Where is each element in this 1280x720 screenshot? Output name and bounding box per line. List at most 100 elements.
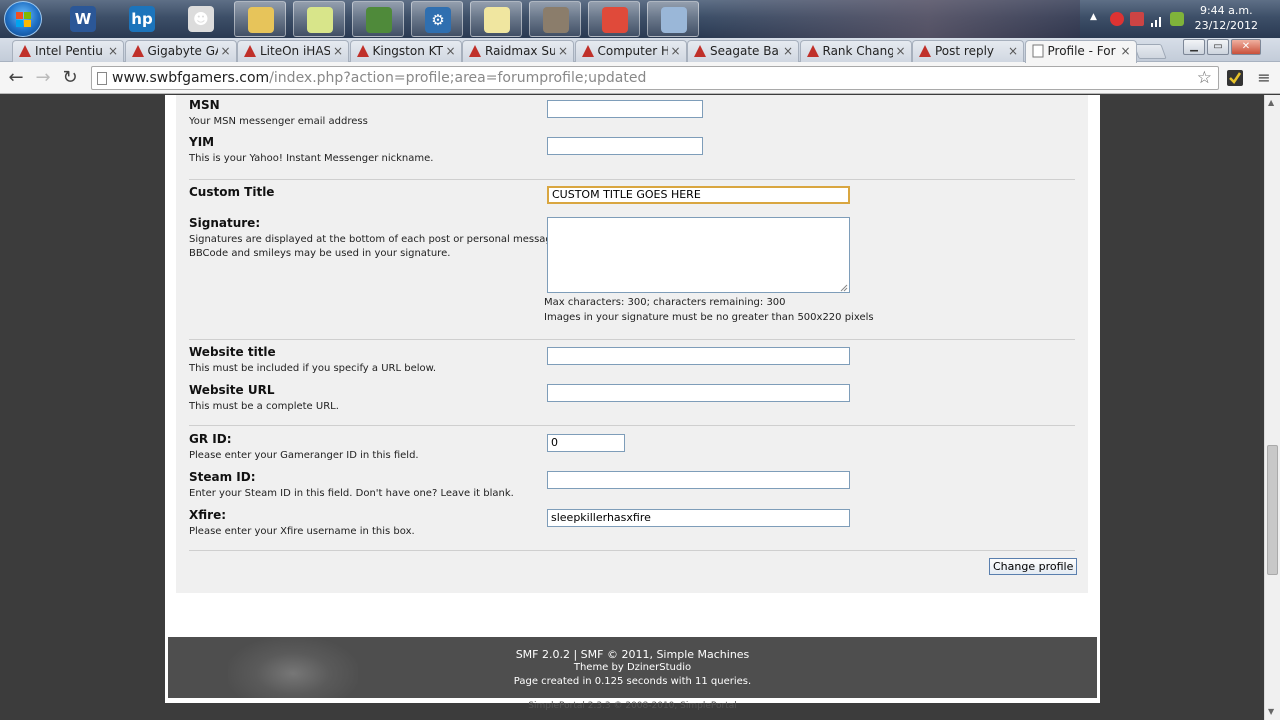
site-favicon-icon [693,44,707,58]
taskbar-wallpaper-strip [700,0,1080,38]
portal-credit[interactable]: SimplePortal 2.3.3 © 2008-2010, SimplePo… [165,701,1100,711]
resize-grip-icon[interactable] [840,284,848,292]
browser-tab[interactable]: Rank Chang × [799,40,912,62]
footer-page-stats: Page created in 0.125 seconds with 11 qu… [513,676,752,687]
address-bar[interactable]: www.swbfgamers.com/index.php?action=prof… [91,66,1219,90]
tray-app-icon[interactable] [1170,12,1184,26]
new-tab-button[interactable] [1133,44,1167,59]
website-title-input[interactable] [547,347,850,365]
scrollbar-thumb[interactable] [1267,445,1278,575]
stormtrooper-icon: ☻ [188,6,214,32]
browser-tab[interactable]: Profile - For × [1024,40,1137,63]
maximize-button[interactable]: ▭ [1207,39,1229,55]
vertical-scrollbar[interactable]: ▲ ▼ [1264,95,1280,720]
change-profile-button[interactable]: Change profile [989,558,1078,575]
signature-row: Signature: Signatures are displayed at t… [189,216,561,261]
clock[interactable]: 9:44 a.m. 23/12/2012 [1195,3,1258,33]
signature-textarea[interactable] [547,217,850,293]
taskbar-app-button[interactable] [647,1,699,37]
gimp-icon [543,7,569,33]
xfire-row: Xfire: Please enter your Xfire username … [189,508,415,539]
scroll-up-arrow-icon[interactable]: ▲ [1268,98,1274,107]
site-favicon-icon [131,44,145,58]
monitor-icon [366,7,392,33]
browser-tab-label: Kingston KT [372,44,443,58]
calculator-icon [661,7,687,33]
close-tab-icon[interactable]: × [558,41,568,61]
site-favicon-icon [581,44,595,58]
close-tab-icon[interactable]: × [670,41,680,61]
taskbar-app-button[interactable] [470,1,522,37]
website-url-input[interactable] [547,384,850,402]
footer-theme-credit[interactable]: Theme by DzinerStudio [168,662,1097,673]
website-title-label: Website title [189,345,276,359]
yim-row: YIM This is your Yahoo! Instant Messenge… [189,135,433,166]
steam-id-input[interactable] [547,471,850,489]
footer-copyright[interactable]: SMF 2.0.2 | SMF © 2011, Simple Machines [168,648,1097,661]
close-tab-icon[interactable]: × [895,41,905,61]
gr-id-input[interactable]: 0 [547,434,625,452]
close-tab-icon[interactable]: × [220,41,230,61]
taskbar-app-button[interactable] [352,1,404,37]
browser-tab-label: Seagate Bar [710,44,780,58]
start-button[interactable] [4,1,42,37]
close-tab-icon[interactable]: × [1008,41,1018,61]
custom-title-input[interactable]: CUSTOM TITLE GOES HERE [547,186,850,204]
signal-strength-icon[interactable] [1150,12,1164,27]
chrome-menu-icon[interactable]: ≡ [1254,68,1274,88]
browser-tab[interactable]: Computer H × [574,40,687,62]
browser-tab[interactable]: Gigabyte GA × [124,40,237,62]
custom-title-row: Custom Title [189,185,274,199]
volume-muted-icon[interactable] [1110,12,1124,26]
back-button[interactable]: ← [6,68,26,88]
taskbar-app-button[interactable] [529,1,581,37]
network-alert-icon[interactable] [1130,12,1144,26]
browser-tab-label: LiteOn iHAS [260,44,330,58]
show-hidden-icons-icon[interactable]: ▲ [1090,12,1104,26]
browser-tab[interactable]: Post reply × [912,40,1024,62]
steam-id-desc: Enter your Steam ID in this field. Don't… [189,488,514,499]
close-tab-icon[interactable]: × [445,41,455,61]
close-window-button[interactable]: ✕ [1231,39,1261,55]
browser-toolbar: ← → ↻ www.swbfgamers.com/index.php?actio… [0,62,1280,94]
xfire-desc: Please enter your Xfire username in this… [189,526,415,537]
taskbar-app-button[interactable]: ⚙ [411,1,463,37]
taskbar-app-button[interactable] [293,1,345,37]
close-tab-icon[interactable]: × [333,41,343,61]
extension-icon[interactable] [1227,70,1243,86]
divider [189,339,1075,340]
taskbar-app-button[interactable]: ☻ [175,1,227,37]
scroll-down-arrow-icon[interactable]: ▼ [1268,707,1274,716]
browser-tab[interactable]: Raidmax Sup× [462,40,574,62]
browser-tab[interactable]: Intel Pentiu × [12,40,124,62]
explorer-folder-icon [248,7,274,33]
browser-tab-label: Post reply [935,44,995,58]
page-viewport: MSN Your MSN messenger email address YIM… [0,95,1264,720]
bookmark-star-icon[interactable]: ☆ [1197,67,1212,89]
website-title-row: Website title This must be included if y… [189,345,436,376]
close-tab-icon[interactable]: × [108,41,118,61]
taskbar-app-button[interactable] [234,1,286,37]
taskbar-app-button[interactable] [588,1,640,37]
browser-tab[interactable]: LiteOn iHAS × [237,40,349,62]
browser-tab[interactable]: Kingston KT × [349,40,462,62]
msn-input[interactable] [547,100,703,118]
taskbar-app-button[interactable]: hp [116,1,168,37]
browser-tab-label: Gigabyte GA [147,44,218,58]
url-host: www.swbfgamers.com [112,70,270,86]
page-favicon-icon [1031,44,1045,58]
forward-button[interactable]: → [33,68,53,88]
yim-input[interactable] [547,137,703,155]
xfire-input[interactable]: sleepkillerhasxfire [547,509,850,527]
close-tab-icon[interactable]: × [1120,41,1130,61]
windows-taskbar: Whp ☻ ⚙ ▲ 9:44 a.m. 23/12/2012 [0,0,1280,38]
browser-tab[interactable]: Seagate Bar × [687,40,799,62]
signature-size-note: Images in your signature must be no grea… [544,312,874,323]
gear-shield-icon: ⚙ [425,7,451,33]
close-tab-icon[interactable]: × [783,41,793,61]
minimize-button[interactable]: ▁ [1183,39,1205,55]
reload-button[interactable]: ↻ [60,68,80,88]
site-favicon-icon [918,44,932,58]
taskbar-app-button[interactable]: W [57,1,109,37]
msn-label: MSN [189,98,220,112]
